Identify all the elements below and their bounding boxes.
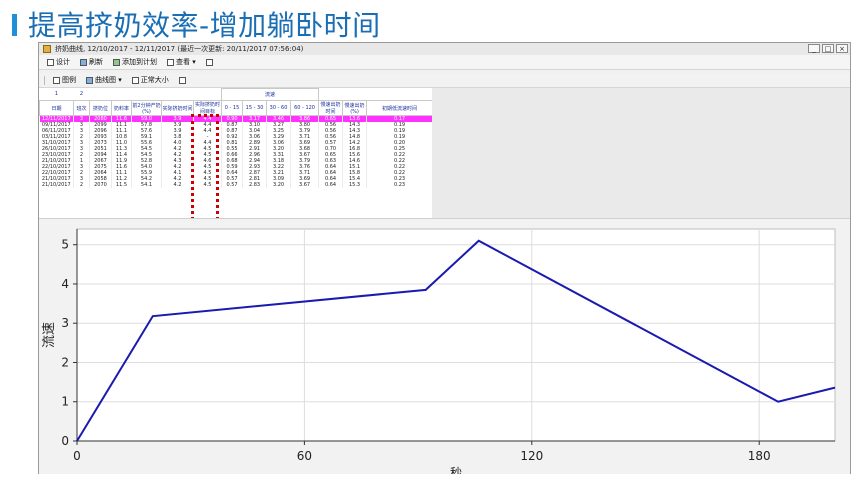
table-cell: 4.2 xyxy=(161,182,194,188)
flow-column-header-0[interactable]: 0 - 15 xyxy=(221,100,244,116)
table-cell: 54.1 xyxy=(131,182,162,188)
table-cell: 0.57 xyxy=(221,182,244,188)
window-titlebar: 挤奶曲线, 12/10/2017 - 12/11/2017 (最近一次更新: 2… xyxy=(39,43,850,55)
line-chart-icon xyxy=(86,76,93,84)
close-button[interactable]: × xyxy=(836,44,848,53)
curve-chart-button[interactable]: 曲线图 ▾ xyxy=(84,75,124,85)
design-label: 设计 xyxy=(56,58,70,66)
minimize-button[interactable]: _ xyxy=(808,44,820,53)
column-header-0[interactable]: 日期 xyxy=(39,100,74,116)
filter-mark-2[interactable]: 2 xyxy=(73,88,90,101)
table-cell: 3.20 xyxy=(266,182,292,188)
table-cell: 15.3 xyxy=(342,182,368,188)
window-controls: _ □ × xyxy=(808,44,848,53)
y-tick-label: 0 xyxy=(61,434,69,448)
view-label: 查看 ▾ xyxy=(176,58,196,66)
column-header-2[interactable]: 挤奶位 xyxy=(89,100,112,116)
table-cell: 2.83 xyxy=(242,182,268,188)
y-tick-label: 5 xyxy=(61,238,69,252)
slide-accent-bar xyxy=(12,14,17,36)
flow-chart: 0 1 2 3 4 5 0 60 120 180 秒 流速 xyxy=(42,228,836,478)
tail-column-header-1[interactable]: 慢速出奶(%) xyxy=(342,100,368,116)
x-axis-label: 秒 xyxy=(450,466,462,474)
normal-size-button[interactable]: 正常大小 xyxy=(130,75,171,85)
window-title: 挤奶曲线, 12/10/2017 - 12/11/2017 (最近一次更新: 2… xyxy=(55,45,304,53)
table-empty-area xyxy=(432,88,850,218)
table-cell: 3.67 xyxy=(290,182,320,188)
magnifier-icon xyxy=(167,58,174,66)
x-tick-label: 180 xyxy=(748,449,771,463)
legend-label: 图例 xyxy=(62,76,76,84)
y-axis-label: 流速 xyxy=(42,322,57,348)
table-cell: 2 xyxy=(73,182,90,188)
slide-title: 提高挤奶效率-增加躺卧时间 xyxy=(28,9,381,42)
table-cell: 0.23 xyxy=(366,182,432,188)
app-icon xyxy=(43,45,51,53)
help-icon xyxy=(178,76,186,84)
filter-mark-1[interactable]: 1 xyxy=(39,88,74,101)
app-window: 挤奶曲线, 12/10/2017 - 12/11/2017 (最近一次更新: 2… xyxy=(38,42,851,478)
toolbar-grip xyxy=(44,75,45,85)
table-cell: 2070 xyxy=(89,182,112,188)
refresh-button[interactable]: 刷新 xyxy=(78,57,105,67)
x-tick-label: 60 xyxy=(297,449,312,463)
refresh-icon xyxy=(80,58,87,66)
milking-data-table: 1 2 流速 日期 班次 挤奶位 奶料率 前2分钟产奶(%) 实际挤奶时间 实际挤奶时间目标… xyxy=(39,88,432,218)
design-button[interactable]: 设计 xyxy=(45,57,72,67)
tail-column-header-2[interactable]: 初期低流速时间 xyxy=(366,100,432,116)
tail-column-header-0[interactable]: 慢速出奶时间 xyxy=(318,100,344,116)
flow-column-header-1[interactable]: 15 - 30 xyxy=(242,100,268,116)
table-cell: 4.5 xyxy=(193,182,223,188)
flow-column-header-3[interactable]: 60 - 120 xyxy=(290,100,320,116)
table-cell: 11.5 xyxy=(111,182,132,188)
main-toolbar: 设计 刷新 添加到计划 查看 ▾ xyxy=(39,55,850,70)
y-tick-label: 1 xyxy=(61,395,69,409)
column-header-6[interactable]: 实际挤奶时间目标 xyxy=(192,100,223,116)
help-button-2[interactable] xyxy=(177,76,190,84)
column-header-3[interactable]: 奶料率 xyxy=(111,100,132,116)
legend-icon xyxy=(53,76,60,84)
add-plan-icon xyxy=(113,58,120,66)
flow-group-header: 流速 xyxy=(221,88,320,101)
x-tick-label: 0 xyxy=(73,449,81,463)
chart-panel: 0 1 2 3 4 5 0 60 120 180 秒 流速 xyxy=(39,218,850,478)
flow-column-header-2[interactable]: 30 - 60 xyxy=(266,100,292,116)
add-to-plan-button[interactable]: 添加到计划 xyxy=(111,57,159,67)
column-header-1[interactable]: 班次 xyxy=(73,100,90,116)
y-tick-label: 3 xyxy=(61,316,69,330)
add-plan-label: 添加到计划 xyxy=(122,58,157,66)
y-tick-label: 2 xyxy=(61,355,69,369)
x-tick-label: 120 xyxy=(520,449,543,463)
column-header-5[interactable]: 实际挤奶时间 xyxy=(161,100,194,116)
normal-size-label: 正常大小 xyxy=(140,76,169,84)
y-tick-label: 4 xyxy=(61,277,69,291)
design-icon xyxy=(47,58,54,66)
refresh-label: 刷新 xyxy=(89,58,103,66)
chart-toolbar: 图例 曲线图 ▾ 正常大小 xyxy=(39,73,850,88)
view-menu-button[interactable]: 查看 ▾ xyxy=(165,57,198,67)
table-cell: 21/10/2017 xyxy=(39,182,74,188)
column-header-4[interactable]: 前2分钟产奶(%) xyxy=(131,100,162,116)
help-button[interactable] xyxy=(204,58,217,66)
maximize-button[interactable]: □ xyxy=(822,44,834,53)
table-cell: 0.64 xyxy=(318,182,344,188)
curve-chart-label: 曲线图 ▾ xyxy=(95,76,122,84)
table-row[interactable]: 21/10/2017 2 2070 11.5 54.1 4.2 4.5 0.57 2.83 3.2… xyxy=(39,182,432,188)
legend-button[interactable]: 图例 xyxy=(51,75,78,85)
resize-icon xyxy=(131,76,139,84)
help-icon xyxy=(205,58,213,66)
